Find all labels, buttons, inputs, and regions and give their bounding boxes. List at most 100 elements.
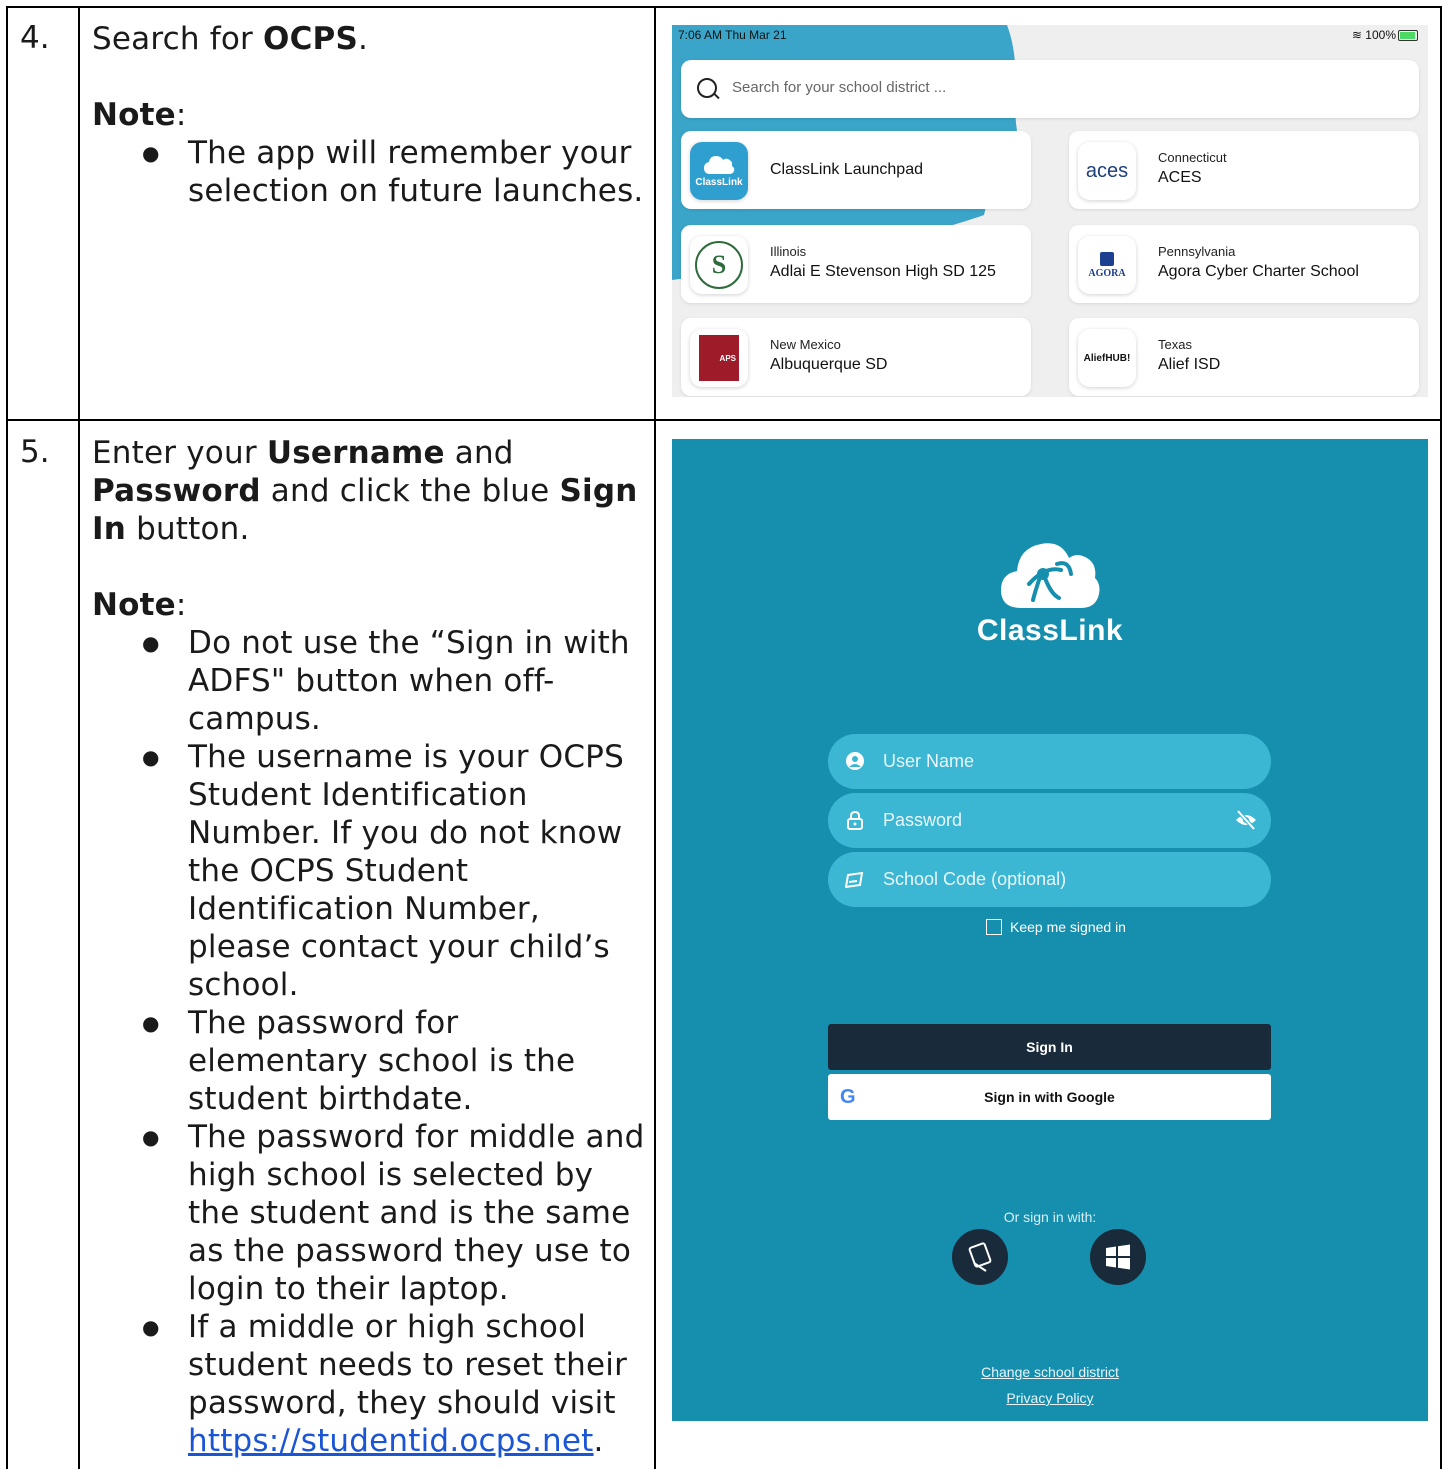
school-code-field[interactable]: School Code (optional) <box>828 852 1271 907</box>
sign-in-with-google-label: Sign in with Google <box>984 1089 1115 1105</box>
step-5-note-label: Note <box>92 587 176 623</box>
district-name: ACES <box>1158 169 1202 186</box>
cloud-icon <box>704 156 735 174</box>
classlink-logo-icon: ClassLink <box>690 142 748 200</box>
quickcard-sign-in-button[interactable] <box>952 1229 1008 1285</box>
status-bar-battery: ≋ 100% <box>1352 28 1418 42</box>
google-icon: G <box>840 1086 856 1108</box>
step-5-note-colon: : <box>175 587 187 623</box>
step-5-number: 5. <box>20 434 50 470</box>
step-5-password-bold: Password <box>92 473 261 509</box>
change-school-district-link[interactable]: Change school district <box>672 1364 1428 1380</box>
alief-logo-icon: AliefHUB! <box>1078 329 1136 387</box>
step-4-note-heading: Note: <box>92 96 647 134</box>
district-state: Pennsylvania <box>1158 244 1236 259</box>
table-col-divider-1 <box>78 6 80 1469</box>
district-card-albuquerque[interactable]: APS New Mexico Albuquerque SD <box>681 318 1031 396</box>
sign-in-button[interactable]: Sign In <box>828 1024 1271 1070</box>
stevenson-logo-icon: S <box>690 236 748 294</box>
status-bar-time: 7:06 AM Thu Mar 21 <box>678 28 787 42</box>
agora-logo-text: AGORA <box>1088 267 1126 279</box>
step-4-text: Search for OCPS. Note: The app will reme… <box>92 20 647 210</box>
table-border-top <box>6 6 1442 8</box>
step-5-reset-end: . <box>593 1423 604 1459</box>
step-5-note-item: The password for middle and high school … <box>92 1118 647 1308</box>
classlink-brand-title: ClassLink <box>976 614 1124 647</box>
district-card-stevenson[interactable]: S Illinois Adlai E Stevenson High SD 125 <box>681 225 1031 303</box>
hide-password-icon[interactable] <box>1235 810 1257 830</box>
district-state: Connecticut <box>1158 150 1227 165</box>
step-4-number: 4. <box>20 20 50 56</box>
keep-signed-in-label: Keep me signed in <box>1010 919 1126 935</box>
password-field[interactable]: Password <box>828 793 1271 848</box>
step-5-intro-part: Enter your <box>92 435 267 471</box>
school-code-input[interactable]: School Code (optional) <box>883 869 1066 890</box>
checkbox-icon[interactable] <box>986 919 1002 935</box>
district-name: Agora Cyber Charter School <box>1158 263 1359 280</box>
step-5-note-list: Do not use the “Sign in with ADFS" butto… <box>92 624 647 1460</box>
aps-logo-icon: APS <box>690 329 748 387</box>
agora-emblem-icon <box>1100 251 1114 266</box>
wifi-icon: ≋ <box>1351 28 1366 42</box>
or-sign-in-with-label: Or sign in with: <box>1003 1209 1097 1225</box>
classlink-login-screenshot: ClassLink User Name Password School Code… <box>672 439 1428 1421</box>
instructions-page: 4. Search for OCPS. Note: The app will r… <box>0 0 1442 1469</box>
user-icon <box>846 752 864 770</box>
classlink-cloud-logo-icon <box>1001 543 1100 608</box>
battery-percent: 100% <box>1365 28 1396 42</box>
step-4-intro-suffix: . <box>358 21 369 57</box>
aps-logo-text: APS <box>699 335 739 381</box>
district-card-classlink-launchpad[interactable]: ClassLink ClassLink Launchpad <box>681 131 1031 209</box>
district-name: Adlai E Stevenson High SD 125 <box>770 263 996 280</box>
aces-logo-icon: aces <box>1078 142 1136 200</box>
step-5-note-heading: Note: <box>92 586 647 624</box>
district-card-agora[interactable]: AGORA Pennsylvania Agora Cyber Charter S… <box>1069 225 1419 303</box>
district-name: Alief ISD <box>1158 356 1221 373</box>
windows-sign-in-button[interactable] <box>1090 1229 1146 1285</box>
table-row-divider <box>6 419 1442 421</box>
sign-in-with-google-button[interactable]: G Sign in with Google <box>828 1074 1271 1120</box>
step-4-note-item: The app will remember your selection on … <box>92 134 647 210</box>
battery-icon <box>1398 30 1418 42</box>
step-5-note-item: The password for elementary school is th… <box>92 1004 647 1118</box>
username-input[interactable]: User Name <box>883 751 974 772</box>
step-5-reset-text: If a middle or high school student needs… <box>188 1309 628 1421</box>
step-5-text: Enter your Username and Password and cli… <box>92 434 647 1460</box>
step-5-note-item: Do not use the “Sign in with ADFS" butto… <box>92 624 647 738</box>
district-name: ClassLink Launchpad <box>770 161 923 178</box>
keep-signed-in-checkbox[interactable]: Keep me signed in <box>986 919 1126 935</box>
district-search-screenshot: 7:06 AM Thu Mar 21 ≋ 100% Search for you… <box>672 25 1428 397</box>
step-4-intro: Search for OCPS. <box>92 20 647 58</box>
district-name: Albuquerque SD <box>770 356 888 373</box>
stevenson-logo-letter: S <box>695 241 743 289</box>
search-icon <box>697 78 717 98</box>
table-col-divider-2 <box>654 6 656 1469</box>
district-search-input[interactable]: Search for your school district ... <box>732 79 946 96</box>
table-border-left <box>6 6 8 1469</box>
id-card-icon <box>845 871 864 889</box>
step-4-note-colon: : <box>175 97 187 133</box>
step-5-intro-part: and <box>444 435 514 471</box>
step-5-intro-part: and click the blue <box>260 473 560 509</box>
step-5-note-item: The username is your OCPS Student Identi… <box>92 738 647 1004</box>
district-state: Illinois <box>770 244 807 259</box>
password-input[interactable]: Password <box>883 810 962 831</box>
step-5-username-bold: Username <box>266 435 445 471</box>
studentid-link[interactable]: https://studentid.ocps.net <box>188 1423 594 1459</box>
step-5-intro-part: button. <box>126 511 250 547</box>
classlink-logo-text: ClassLink <box>695 177 743 188</box>
step-4-intro-prefix: Search for <box>92 21 264 57</box>
step-5-intro: Enter your Username and Password and cli… <box>92 434 647 548</box>
step-4-note-list: The app will remember your selection on … <box>92 134 647 210</box>
privacy-policy-link[interactable]: Privacy Policy <box>672 1390 1428 1406</box>
lock-icon <box>847 810 863 830</box>
step-4-intro-bold: OCPS <box>263 21 358 57</box>
district-card-alief[interactable]: AliefHUB! Texas Alief ISD <box>1069 318 1419 396</box>
quickcard-scan-icon <box>968 1242 992 1272</box>
district-card-aces[interactable]: aces Connecticut ACES <box>1069 131 1419 209</box>
windows-icon <box>1106 1244 1130 1270</box>
username-field[interactable]: User Name <box>828 734 1271 789</box>
agora-logo-icon: AGORA <box>1078 236 1136 294</box>
district-search-bar[interactable]: Search for your school district ... <box>681 60 1419 118</box>
step-4-note-label: Note <box>92 97 176 133</box>
